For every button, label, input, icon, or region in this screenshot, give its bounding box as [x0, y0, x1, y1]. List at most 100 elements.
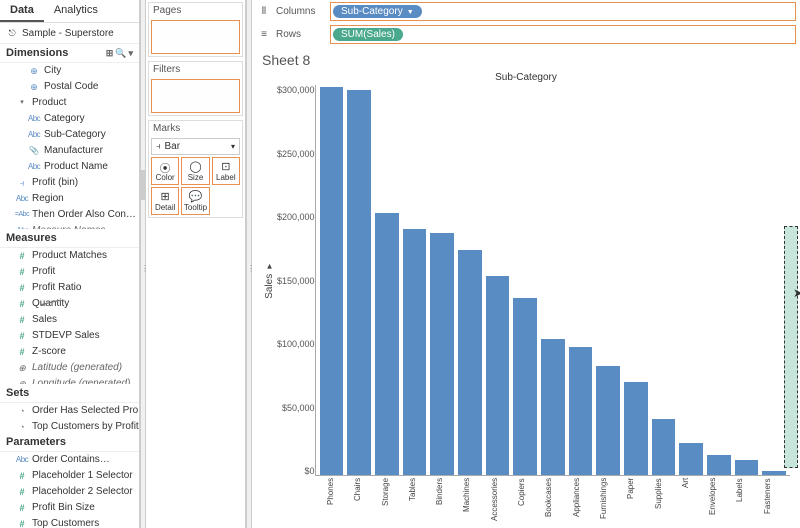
field-item[interactable]: Category	[0, 111, 139, 127]
bar-appliances[interactable]	[569, 347, 593, 475]
bar-supplies[interactable]	[652, 419, 676, 475]
drag-drop-target[interactable]	[784, 226, 798, 468]
field-item[interactable]: Sub-Category	[0, 127, 139, 143]
tab-analytics[interactable]: Analytics	[44, 0, 108, 22]
field-label: Quantity	[32, 297, 69, 311]
bar-machines[interactable]	[458, 250, 482, 475]
hash-icon	[16, 250, 28, 262]
tab-data[interactable]: Data	[0, 0, 44, 22]
field-item[interactable]: Profit	[0, 264, 139, 280]
field-item[interactable]: Product Matches	[0, 248, 139, 264]
field-item[interactable]: City	[0, 63, 139, 79]
field-item[interactable]: Placeholder 2 Selector	[0, 484, 139, 500]
rows-shelf[interactable]: SUM(Sales)	[330, 25, 796, 44]
field-item[interactable]: Sales	[0, 312, 139, 328]
bar-art[interactable]	[679, 443, 703, 475]
mark-size-button[interactable]: ◯Size	[181, 157, 209, 185]
scroll-handle[interactable]	[139, 170, 145, 200]
sheet-title[interactable]: Sheet 8	[262, 52, 790, 68]
field-item[interactable]: Profit Ratio	[0, 280, 139, 296]
x-label: Furnishings	[599, 478, 622, 528]
filters-shelf[interactable]: Filters	[148, 61, 243, 116]
bar-storage[interactable]	[375, 213, 399, 475]
marks-label: Marks	[149, 121, 242, 136]
bar-copiers[interactable]	[513, 298, 537, 475]
mark-button-label: Size	[188, 173, 204, 182]
abc-icon	[28, 161, 40, 173]
bar-binders[interactable]	[430, 233, 454, 475]
field-item[interactable]: Placeholder 1 Selector	[0, 468, 139, 484]
field-item[interactable]: Profit (bin)	[0, 175, 139, 191]
size-icon: ◯	[189, 160, 201, 172]
sort-icon[interactable]	[407, 6, 414, 17]
field-label: Product Matches	[32, 249, 107, 263]
bar-fasteners[interactable]	[762, 471, 786, 475]
field-label: Manufacturer	[44, 144, 103, 158]
bar-envelopes[interactable]	[707, 455, 731, 475]
field-label: Z-score	[32, 345, 66, 359]
field-item[interactable]: Order Contains…	[0, 452, 139, 468]
field-label: STDEVP Sales	[32, 329, 100, 343]
datasource-icon: ⎋	[6, 27, 18, 39]
field-label: Placeholder 1 Selector	[32, 469, 133, 483]
plot-area[interactable]	[315, 85, 790, 476]
dropdown-icon[interactable]: ▾	[128, 48, 133, 59]
mark-color-button[interactable]: ⦿Color	[151, 157, 179, 185]
rows-icon: ≡	[256, 29, 272, 40]
pill-sum-sales[interactable]: SUM(Sales)	[333, 28, 403, 41]
field-item[interactable]: Z-score	[0, 344, 139, 360]
measures-header: Measures	[0, 229, 139, 248]
lat-icon	[16, 362, 28, 374]
datasource-name: Sample - Superstore	[22, 28, 114, 39]
y-tick: $100,000	[277, 339, 315, 349]
dimensions-header: Dimensions ⊞ ▾	[0, 44, 139, 63]
columns-shelf[interactable]: Sub-Category	[330, 2, 796, 21]
field-item[interactable]: Manufacturer	[0, 143, 139, 159]
y-axis-ticks: $300,000$250,000$200,000$150,000$100,000…	[277, 85, 315, 476]
field-item[interactable]: Product	[0, 95, 139, 111]
x-label: Accessories	[490, 478, 513, 528]
x-label: Chairs	[353, 478, 376, 528]
field-item[interactable]: Product Name	[0, 159, 139, 175]
field-item[interactable]: Postal Code	[0, 79, 139, 95]
pages-shelf[interactable]: Pages	[148, 2, 243, 57]
mark-detail-button[interactable]: ⊞Detail	[151, 187, 179, 215]
datasource-row[interactable]: ⎋ Sample - Superstore	[0, 23, 139, 44]
pill-sub-category[interactable]: Sub-Category	[333, 5, 422, 18]
marks-buttons: ⦿Color◯Size⊡Label⊞Detail💬Tooltip	[151, 157, 240, 215]
x-label: Binders	[435, 478, 458, 528]
mark-type-select[interactable]: Bar ▾	[151, 138, 240, 155]
worksheet-area: ⦀ Columns Sub-Category ≡ Rows SUM(Sales)…	[252, 0, 800, 528]
bar-bookcases[interactable]	[541, 339, 565, 475]
x-label: Tables	[408, 478, 431, 528]
field-item[interactable]: Top Customers by Profit	[0, 419, 139, 433]
hash-icon	[16, 502, 28, 514]
x-label: Phones	[326, 478, 349, 528]
mark-button-label: Tooltip	[184, 203, 207, 212]
field-item[interactable]: STDEVP Sales	[0, 328, 139, 344]
field-item[interactable]: Then Order Also Con…	[0, 207, 139, 223]
field-label: Order Contains…	[32, 453, 110, 467]
hash-icon	[16, 314, 28, 326]
field-item[interactable]: Quantity	[0, 296, 139, 312]
mark-label-button[interactable]: ⊡Label	[212, 157, 240, 185]
columns-shelf-row: ⦀ Columns Sub-Category	[252, 0, 800, 23]
bar-labels[interactable]	[735, 460, 759, 475]
field-item[interactable]: Top Customers	[0, 516, 139, 528]
field-item[interactable]: Profit Bin Size	[0, 500, 139, 516]
bar-tables[interactable]	[403, 229, 427, 475]
field-item[interactable]: Longitude (generated)	[0, 376, 139, 384]
splitter-left[interactable]	[140, 0, 146, 528]
field-label: Sales	[32, 313, 57, 327]
bar-phones[interactable]	[320, 87, 344, 475]
search-icon[interactable]	[115, 48, 126, 59]
field-item[interactable]: Region	[0, 191, 139, 207]
field-item[interactable]: Order Has Selected Pro…	[0, 403, 139, 419]
bar-paper[interactable]	[624, 382, 648, 475]
bar-furnishings[interactable]	[596, 366, 620, 475]
mark-tooltip-button[interactable]: 💬Tooltip	[181, 187, 209, 215]
bar-accessories[interactable]	[486, 276, 510, 475]
bar-chairs[interactable]	[347, 90, 371, 475]
view-grid-icon[interactable]: ⊞	[106, 48, 114, 59]
field-item[interactable]: Latitude (generated)	[0, 360, 139, 376]
